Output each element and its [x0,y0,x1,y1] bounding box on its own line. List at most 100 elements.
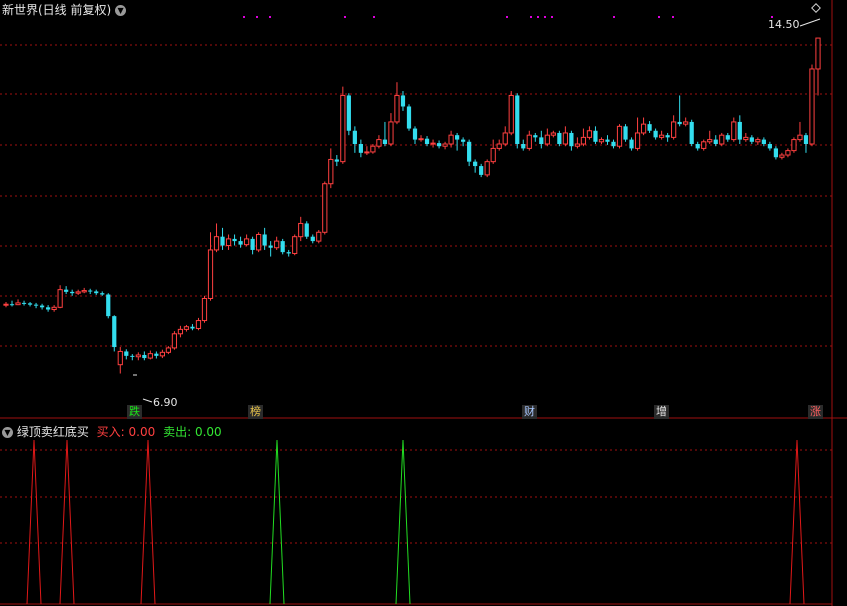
candle-body [406,106,412,129]
buy-value: 0.00 [128,425,156,439]
signal-dot [544,16,546,18]
chevron-down-icon[interactable]: ▼ [2,427,13,438]
sell-label: 卖出: [163,425,195,439]
candle-body [388,121,394,145]
candle-body [262,234,267,246]
candle-body [340,94,346,163]
candle-body [593,130,598,142]
candle-body [100,293,105,295]
candle-body [220,236,225,246]
high-price-label: 14.50 [768,18,800,31]
buy-label: 买入: [96,425,129,439]
candle-body [533,135,538,138]
candle-body [755,139,761,143]
candle-body [791,139,797,152]
candle-body [707,139,713,143]
signal-dot [537,16,539,18]
candle-body [81,290,87,293]
indicator-spike [26,439,42,605]
indicator-panel-header: ▼ 绿顶卖红底买 买入: 0.00 卖出: 0.00 [2,423,222,440]
candle-body [195,320,202,329]
candle-body [159,351,165,357]
candle-body [346,95,351,131]
indicator-spike [269,439,285,605]
indicator-spike [140,439,156,605]
candle-body [124,351,129,356]
candle-body [33,304,39,306]
candle-body [442,143,448,147]
candle-body [201,297,208,322]
candle-body [130,355,135,357]
signal-dots [243,16,773,18]
candle-body [112,316,117,348]
candle-body [611,141,616,147]
candle-body [580,136,587,145]
signal-dot [243,16,245,18]
chart-canvas: 6.90 14.50 [0,0,847,606]
candle-body [623,126,628,140]
candle-body [88,290,93,292]
candle-body [659,134,665,138]
candle-body [665,135,670,138]
signal-dot [672,16,674,18]
candle-body [737,121,742,140]
candle-body [713,139,718,144]
candle-body [39,305,45,308]
candle-body [785,150,791,156]
candle-body [94,291,99,294]
candle-body [677,121,682,125]
candle-body [232,238,237,242]
candle-body [75,291,81,294]
candle-body [484,161,490,176]
signal-dot [269,16,271,18]
signal-dot [613,16,615,18]
candle-body [64,289,69,292]
event-tag-increase[interactable]: 增 [654,405,669,419]
candle-body [280,241,285,253]
candle-body [418,138,424,141]
event-tag-finance[interactable]: 财 [522,405,537,419]
candle-body [117,350,123,366]
candle-body [15,302,21,306]
candle-body [496,143,502,149]
candle-body [803,135,809,144]
chevron-down-icon[interactable]: ▼ [115,5,127,16]
candle-body [544,134,550,145]
candle-body [508,94,514,134]
signal-dot [530,16,532,18]
candle-body [400,95,406,107]
signal-dot [658,16,660,18]
main-panel-header: 新世界(日线 前复权) ▼ [2,1,127,18]
candle-body [190,326,195,329]
candle-body [815,37,821,70]
event-tag-up[interactable]: 涨 [808,405,823,419]
candle-body [490,147,496,163]
candle-body [550,132,556,136]
signal-dot [551,16,553,18]
candle-body [286,252,291,254]
candle-body [616,125,623,147]
candle-body [448,134,454,145]
event-tag-down[interactable]: 跌 [127,405,142,419]
candle-body [3,303,9,306]
candle-body [274,240,280,249]
indicator-title: 绿顶卖红底买 [16,425,89,439]
candle-body [183,326,190,330]
main-panel-title: 新世界(日线 前复权) [2,3,112,17]
event-tag-list[interactable]: 榜 [248,405,263,419]
indicator-spike [789,439,805,605]
candle-body [773,148,779,158]
indicator-grid [0,449,832,544]
candle-body [213,236,220,251]
candle-body [743,136,749,141]
candle-body [574,143,581,147]
candle-body [761,139,766,144]
candle-body [515,95,520,144]
indicator-spike [59,439,75,605]
candle-body [689,121,694,144]
diamond-icon[interactable] [811,3,821,13]
candle-body [364,151,370,154]
candle-body [671,121,677,138]
candle-body [238,241,243,245]
candle-body [647,124,652,131]
